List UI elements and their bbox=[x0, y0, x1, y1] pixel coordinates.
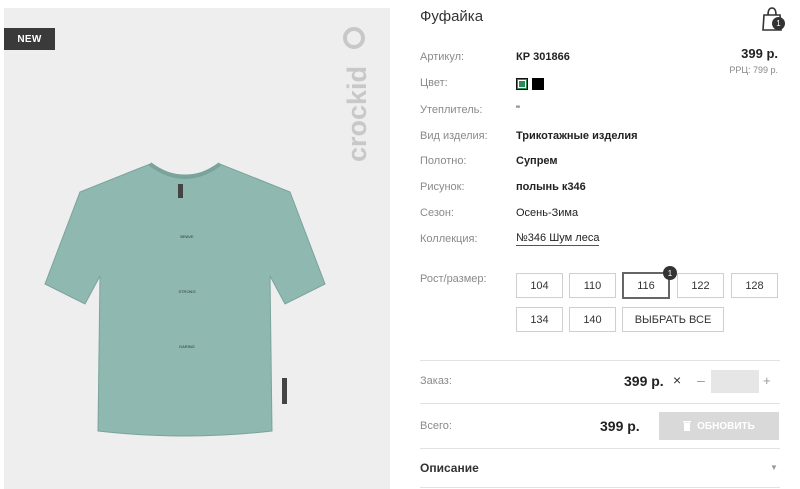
remove-order-icon[interactable]: × bbox=[673, 372, 681, 388]
color-swatch-black[interactable] bbox=[532, 78, 544, 90]
order-price: 399 р. bbox=[624, 373, 664, 389]
total-price: 399 р. bbox=[600, 418, 640, 434]
attr-label: Сезон: bbox=[420, 207, 454, 219]
description-toggle[interactable]: Описание bbox=[420, 461, 479, 475]
tshirt-image: BRAVE STRONG DARING bbox=[44, 162, 326, 437]
attr-value: Трикотажные изделия bbox=[516, 130, 638, 142]
print-word-daring: DARING bbox=[179, 344, 195, 349]
size-button-134[interactable]: 134 bbox=[516, 307, 563, 332]
rrp-price: РРЦ: 799 р. bbox=[729, 65, 778, 75]
divider bbox=[420, 487, 780, 488]
increase-quantity-button[interactable]: + bbox=[763, 373, 771, 388]
order-label: Заказ: bbox=[420, 375, 452, 387]
size-selected-count: 1 bbox=[663, 266, 677, 280]
attr-label: Утеплитель: bbox=[420, 104, 483, 116]
attr-value: " bbox=[516, 104, 520, 116]
attr-label: Полотно: bbox=[420, 155, 467, 167]
attr-value: полынь к346 bbox=[516, 181, 586, 193]
product-image-panel: NEW crockid BRAVE STRONG DARING bbox=[4, 8, 390, 489]
size-button-110[interactable]: 110 bbox=[569, 273, 616, 298]
attr-label: Цвет: bbox=[420, 77, 448, 89]
attr-value: Супрем bbox=[516, 155, 558, 167]
collection-link[interactable]: №346 Шум леса bbox=[516, 232, 600, 246]
divider bbox=[420, 448, 780, 449]
product-title: Фуфайка bbox=[420, 8, 484, 25]
attr-label: Вид изделия: bbox=[420, 130, 488, 142]
brand-watermark: crockid bbox=[342, 27, 372, 162]
product-price: 399 р. bbox=[741, 46, 778, 61]
chevron-down-icon[interactable]: ▼ bbox=[770, 463, 778, 472]
size-button-140[interactable]: 140 bbox=[569, 307, 616, 332]
trash-icon bbox=[683, 421, 692, 431]
color-swatch-green[interactable] bbox=[516, 78, 528, 90]
new-badge: NEW bbox=[4, 28, 55, 50]
total-label: Всего: bbox=[420, 420, 452, 432]
attr-label: Коллекция: bbox=[420, 233, 478, 245]
size-button-128[interactable]: 128 bbox=[731, 273, 778, 298]
size-button-122[interactable]: 122 bbox=[677, 273, 724, 298]
attr-label: Рисунок: bbox=[420, 181, 465, 193]
print-word-brave: BRAVE bbox=[180, 234, 194, 239]
update-button-label: ОБНОВИТЬ bbox=[697, 420, 755, 432]
cart-count-badge: 1 bbox=[772, 17, 785, 30]
attr-label: Артикул: bbox=[420, 51, 465, 63]
select-all-sizes-button[interactable]: ВЫБРАТЬ ВСЕ bbox=[622, 307, 724, 332]
size-button-104[interactable]: 104 bbox=[516, 273, 563, 298]
attr-value: КР 301866 bbox=[516, 51, 570, 63]
divider bbox=[420, 403, 780, 404]
update-button[interactable]: ОБНОВИТЬ bbox=[659, 412, 779, 440]
attr-value: Осень-Зима bbox=[516, 207, 579, 219]
divider bbox=[420, 360, 780, 361]
quantity-input[interactable] bbox=[711, 370, 759, 393]
decrease-quantity-button[interactable]: – bbox=[697, 372, 705, 388]
print-word-strong: STRONG bbox=[178, 289, 195, 294]
size-label: Рост/размер: bbox=[420, 273, 487, 285]
product-info-panel: Фуфайка 1 399 р. РРЦ: 799 р. Артикул: КР… bbox=[420, 0, 800, 489]
brand-watermark-text: crockid bbox=[342, 66, 372, 162]
